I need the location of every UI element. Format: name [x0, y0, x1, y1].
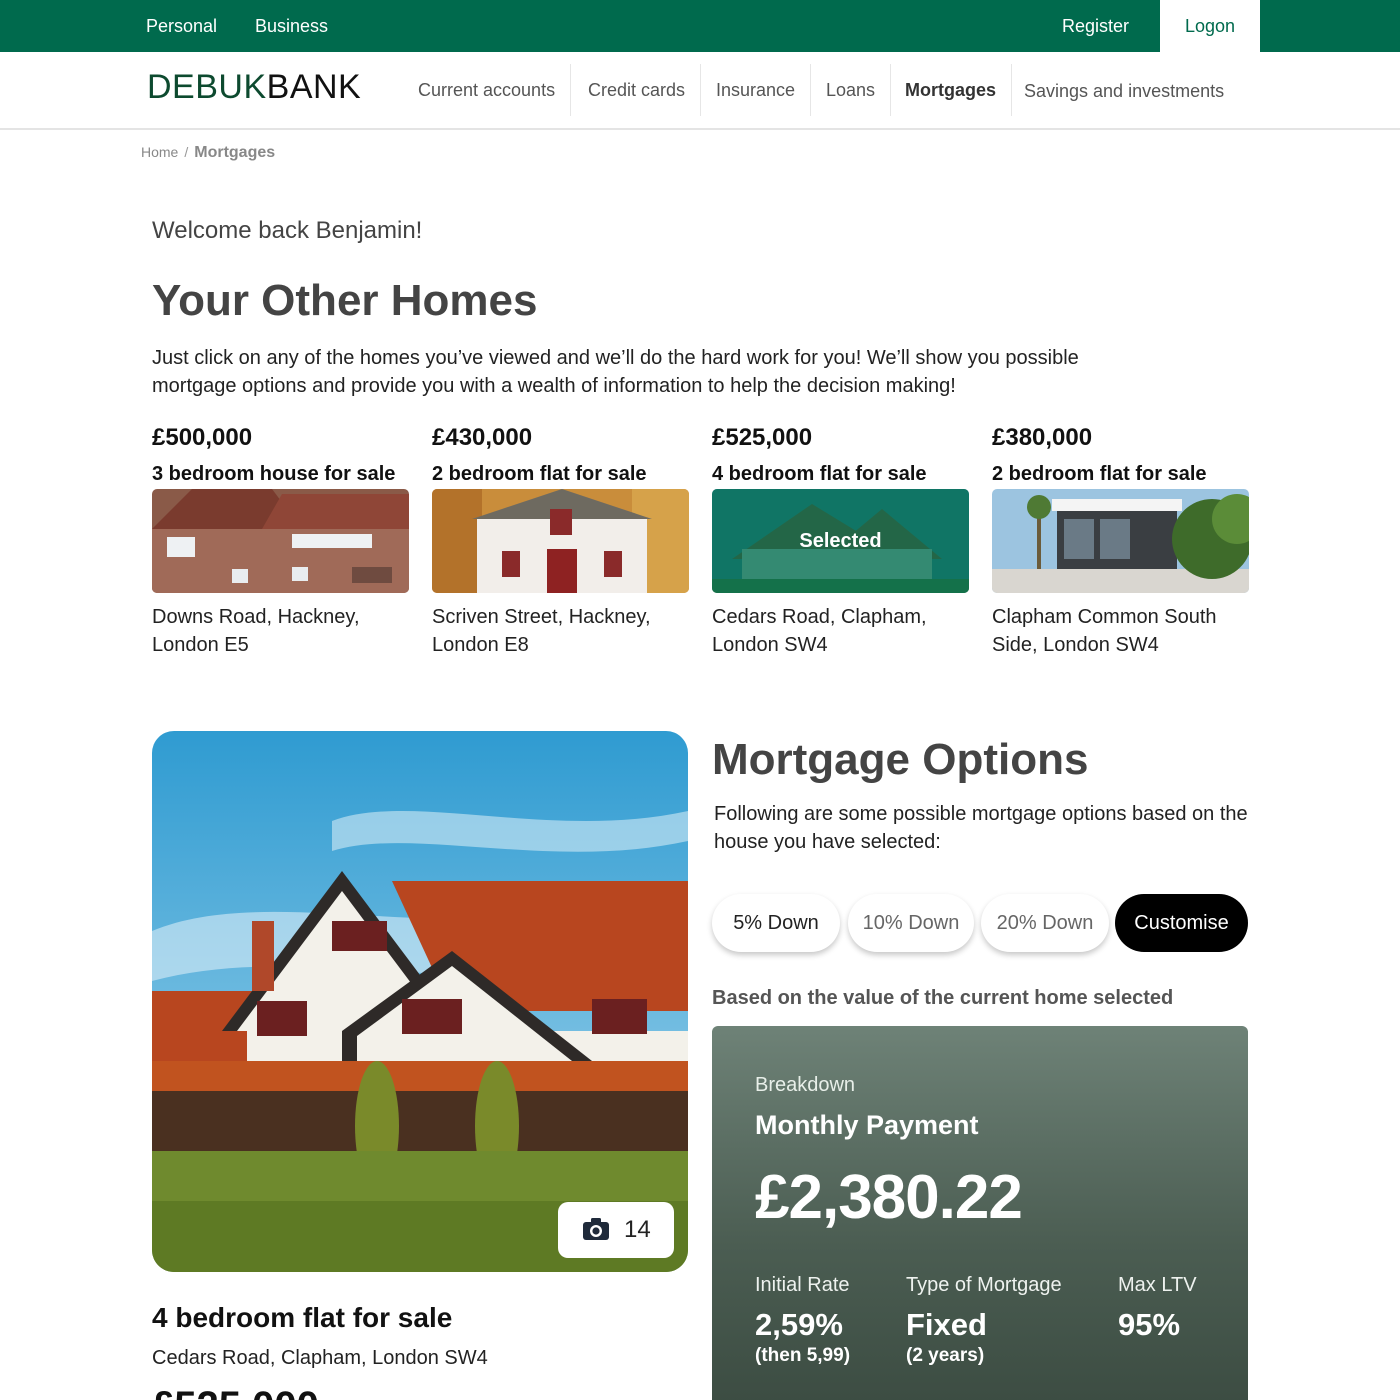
stat-value: Fixed — [906, 1307, 987, 1342]
stat-label: Type of Mortgage — [906, 1274, 1062, 1296]
nav-item-savings-and-investments[interactable]: Savings and investments — [1009, 65, 1239, 117]
home-price: £525,000 — [712, 424, 813, 451]
stat-initial-rate: Initial Rate 2,59% (then 5,99) — [755, 1274, 850, 1367]
monthly-payment-amount: £2,380.22 — [755, 1163, 1023, 1232]
stat-value: 2,59% — [755, 1307, 843, 1342]
top-utility-bar: Personal Business Register Logon — [0, 0, 1400, 52]
nav-item-credit-cards[interactable]: Credit cards — [573, 64, 702, 116]
nav-item-current-accounts[interactable]: Current accounts — [403, 64, 572, 116]
stat-note: (2 years) — [906, 1345, 985, 1366]
breadcrumb-separator: / — [184, 144, 189, 160]
home-type: 3 bedroom house for sale — [152, 463, 396, 485]
stat-label: Max LTV — [1118, 1274, 1197, 1296]
business-link[interactable]: Business — [255, 0, 328, 52]
breakdown-card: Breakdown Monthly Payment £2,380.22 Init… — [712, 1026, 1248, 1400]
mortgage-options-description: Following are some possible mortgage opt… — [714, 803, 1248, 853]
home-thumbnail[interactable] — [432, 489, 689, 593]
option-5-percent-down[interactable]: 5% Down — [712, 894, 840, 952]
stat-label: Initial Rate — [755, 1274, 850, 1296]
stat-max-ltv: Max LTV 95% — [1118, 1274, 1197, 1345]
main-navigation: DEBUKBANK Current accounts Credit cards … — [0, 52, 1400, 130]
home-address: Scriven Street, Hackney, London E8 — [432, 606, 651, 656]
breadcrumb: Home / Mortgages — [141, 144, 275, 162]
home-thumbnail[interactable]: Selected — [712, 489, 969, 593]
breakdown-label: Breakdown — [755, 1074, 856, 1096]
option-10-percent-down[interactable]: 10% Down — [848, 894, 974, 952]
home-card[interactable]: £500,000 3 bedroom house for sale Downs … — [152, 420, 409, 659]
home-price: £430,000 — [432, 424, 533, 451]
home-type: 2 bedroom flat for sale — [432, 463, 647, 485]
intro-text: Just click on any of the homes you’ve vi… — [152, 347, 1079, 397]
option-customise[interactable]: Customise — [1115, 894, 1248, 952]
home-card-selected[interactable]: £525,000 4 bedroom flat for sale Selecte… — [712, 420, 969, 659]
selected-home-price: £525,000 — [152, 1384, 319, 1400]
mortgage-options-title: Mortgage Options — [712, 735, 1089, 784]
home-card[interactable]: £430,000 2 bedroom flat for sale Scriven… — [432, 420, 689, 659]
brand-logo-part1: DEBUK — [147, 68, 267, 106]
home-type: 4 bedroom flat for sale — [712, 463, 927, 485]
monthly-payment-label: Monthly Payment — [755, 1110, 979, 1140]
home-address: Cedars Road, Clapham, London SW4 — [712, 606, 927, 656]
home-address: Downs Road, Hackney, London E5 — [152, 606, 360, 656]
photo-count: 14 — [624, 1216, 651, 1243]
camera-icon — [582, 1217, 610, 1246]
based-on-note: Based on the value of the current home s… — [712, 987, 1174, 1009]
welcome-message: Welcome back Benjamin! — [152, 217, 423, 244]
option-20-percent-down[interactable]: 20% Down — [981, 894, 1109, 952]
photo-count-button[interactable]: 14 — [558, 1202, 674, 1258]
register-link[interactable]: Register — [1062, 0, 1129, 52]
home-thumbnail[interactable] — [992, 489, 1249, 593]
nav-item-mortgages[interactable]: Mortgages — [890, 64, 1013, 116]
home-price: £380,000 — [992, 424, 1093, 451]
stat-note: (then 5,99) — [755, 1345, 851, 1366]
breadcrumb-current: Mortgages — [194, 144, 276, 161]
selected-home-photo[interactable] — [152, 731, 688, 1272]
nav-item-loans[interactable]: Loans — [811, 64, 892, 116]
selected-home-address: Cedars Road, Clapham, London SW4 — [152, 1347, 488, 1369]
home-thumbnail[interactable] — [152, 489, 409, 593]
logon-button[interactable]: Logon — [1160, 0, 1260, 52]
selected-label: Selected — [799, 530, 882, 552]
home-type: 2 bedroom flat for sale — [992, 463, 1207, 485]
home-address: Clapham Common South Side, London SW4 — [992, 606, 1217, 656]
home-price: £500,000 — [152, 424, 253, 451]
personal-link[interactable]: Personal — [146, 0, 217, 52]
brand-logo-part2: BANK — [266, 68, 362, 106]
page-title: Your Other Homes — [152, 276, 538, 325]
stat-mortgage-type: Type of Mortgage Fixed (2 years) — [906, 1274, 1062, 1367]
home-card[interactable]: £380,000 2 bedroom flat for sale Clapham… — [992, 420, 1249, 659]
stat-value: 95% — [1118, 1307, 1181, 1342]
nav-item-insurance[interactable]: Insurance — [701, 64, 812, 116]
breadcrumb-home[interactable]: Home — [141, 144, 178, 160]
selected-home-type: 4 bedroom flat for sale — [152, 1302, 453, 1333]
brand-logo[interactable]: DEBUKBANK — [147, 68, 361, 107]
